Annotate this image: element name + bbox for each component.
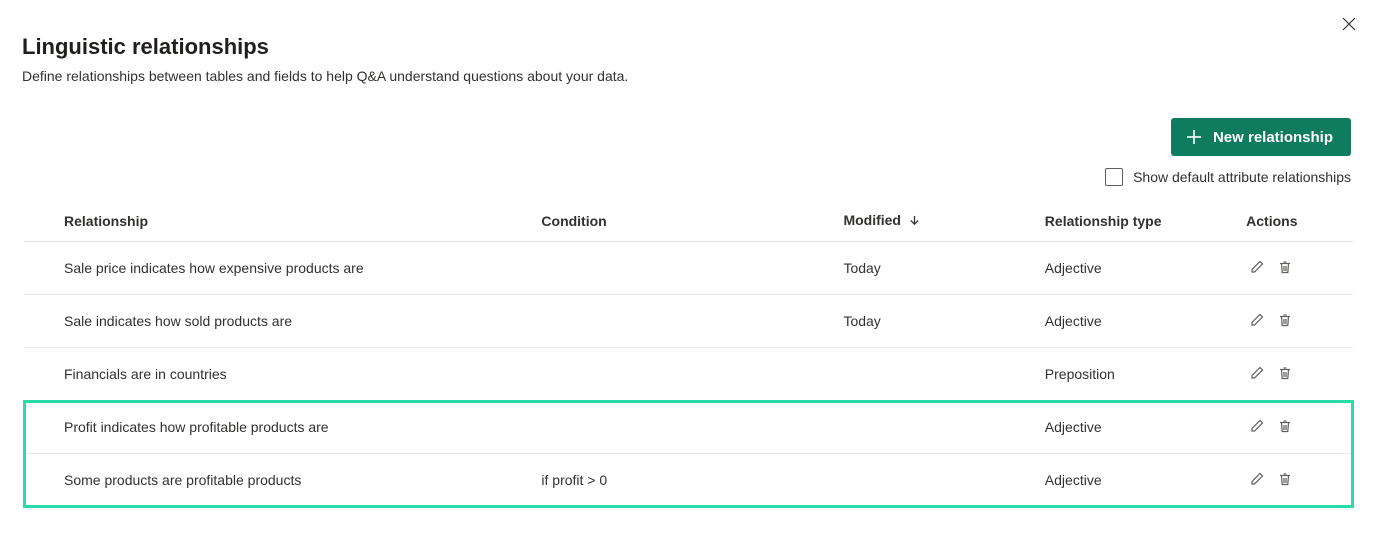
cell-relationship: Sale indicates how sold products are: [24, 295, 527, 348]
pencil-icon: [1249, 259, 1265, 278]
cell-condition: if profit > 0: [527, 454, 829, 507]
cell-type: Adjective: [1031, 295, 1232, 348]
cell-relationship: Profit indicates how profitable products…: [24, 401, 527, 454]
table-row: Financials are in countries Preposition: [24, 348, 1353, 401]
new-relationship-label: New relationship: [1213, 129, 1333, 146]
relationships-table-wrap: Relationship Condition Modified: [22, 202, 1355, 507]
table-row: Some products are profitable productsif …: [24, 454, 1353, 507]
edit-button[interactable]: [1246, 469, 1268, 491]
plus-icon: [1185, 128, 1203, 146]
table-row: Sale price indicates how expensive produ…: [24, 242, 1353, 295]
cell-modified: [829, 348, 1030, 401]
cell-modified: [829, 401, 1030, 454]
trash-icon: [1277, 312, 1293, 331]
cell-relationship: Financials are in countries: [24, 348, 527, 401]
col-header-modified[interactable]: Modified: [829, 202, 1030, 242]
trash-icon: [1277, 418, 1293, 437]
cell-type: Adjective: [1031, 242, 1232, 295]
trash-icon: [1277, 471, 1293, 490]
cell-modified: Today: [829, 242, 1030, 295]
trash-icon: [1277, 365, 1293, 384]
edit-button[interactable]: [1246, 363, 1268, 385]
table-body: Sale price indicates how expensive produ…: [24, 242, 1353, 507]
show-defaults-checkbox[interactable]: Show default attribute relationships: [1105, 168, 1351, 186]
col-header-relationship[interactable]: Relationship: [24, 202, 527, 242]
cell-relationship: Some products are profitable products: [24, 454, 527, 507]
col-header-type[interactable]: Relationship type: [1031, 202, 1232, 242]
cell-condition: [527, 295, 829, 348]
cell-relationship: Sale price indicates how expensive produ…: [24, 242, 527, 295]
delete-button[interactable]: [1274, 310, 1296, 332]
edit-button[interactable]: [1246, 257, 1268, 279]
new-relationship-button[interactable]: New relationship: [1171, 118, 1351, 156]
col-header-condition[interactable]: Condition: [527, 202, 829, 242]
pencil-icon: [1249, 312, 1265, 331]
cell-condition: [527, 242, 829, 295]
edit-button[interactable]: [1246, 310, 1268, 332]
edit-button[interactable]: [1246, 416, 1268, 438]
cell-modified: Today: [829, 295, 1030, 348]
cell-actions: [1232, 454, 1353, 507]
checkbox-icon: [1105, 168, 1123, 186]
cell-modified: [829, 454, 1030, 507]
cell-actions: [1232, 295, 1353, 348]
cell-type: Adjective: [1031, 454, 1232, 507]
toolbar: New relationship Show default attribute …: [22, 118, 1355, 186]
cell-actions: [1232, 242, 1353, 295]
delete-button[interactable]: [1274, 257, 1296, 279]
dialog-title: Linguistic relationships: [22, 34, 1355, 60]
cell-type: Preposition: [1031, 348, 1232, 401]
linguistic-relationships-dialog: Linguistic relationships Define relation…: [0, 0, 1377, 537]
cell-actions: [1232, 348, 1353, 401]
delete-button[interactable]: [1274, 469, 1296, 491]
close-button[interactable]: [1339, 14, 1359, 34]
cell-condition: [527, 348, 829, 401]
close-icon: [1342, 17, 1356, 31]
col-header-actions: Actions: [1232, 202, 1353, 242]
show-defaults-label: Show default attribute relationships: [1133, 169, 1351, 185]
cell-condition: [527, 401, 829, 454]
trash-icon: [1277, 259, 1293, 278]
pencil-icon: [1249, 418, 1265, 437]
cell-actions: [1232, 401, 1353, 454]
pencil-icon: [1249, 365, 1265, 384]
dialog-subtitle: Define relationships between tables and …: [22, 68, 1355, 84]
table-row: Sale indicates how sold products are Toda…: [24, 295, 1353, 348]
pencil-icon: [1249, 471, 1265, 490]
relationships-table: Relationship Condition Modified: [24, 202, 1353, 507]
table-header-row: Relationship Condition Modified: [24, 202, 1353, 242]
cell-type: Adjective: [1031, 401, 1232, 454]
delete-button[interactable]: [1274, 363, 1296, 385]
delete-button[interactable]: [1274, 416, 1296, 438]
table-row: Profit indicates how profitable products…: [24, 401, 1353, 454]
sort-descending-icon: [909, 213, 920, 229]
